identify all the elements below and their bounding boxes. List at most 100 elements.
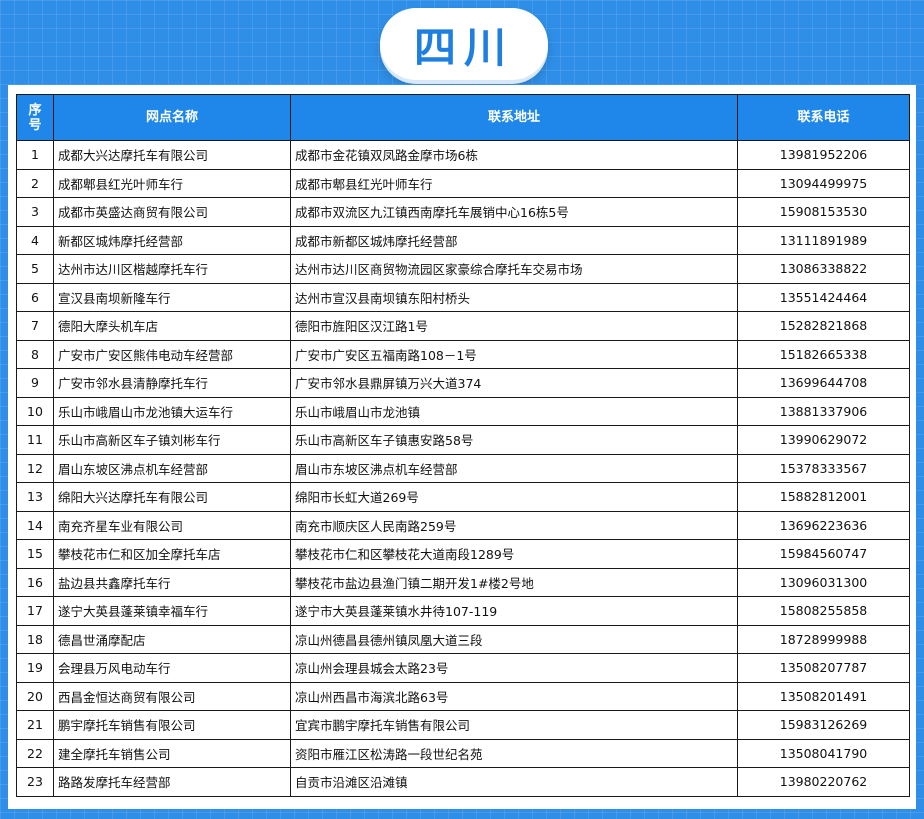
row-phone: 13981952206	[737, 140, 910, 170]
row-phone: 13990629072	[737, 425, 910, 455]
dealer-table-panel: 序号 网点名称 联系地址 联系电话 1 成都大兴达摩托车有限公司 成都市金花镇双凤路…	[8, 85, 916, 809]
table-row: 17 遂宁大英县蓬莱镇幸福车行 遂宁市大英县蓬莱镇水井待107-119 1580825…	[16, 596, 910, 626]
row-address: 自贡市沿滩区沿滩镇	[290, 767, 738, 797]
row-address: 南充市顺庆区人民南路259号	[290, 510, 738, 540]
row-phone: 13086338822	[737, 254, 910, 284]
row-phone: 13699644708	[737, 368, 910, 398]
table-row: 10 乐山市峨眉山市龙池镇大运车行 乐山市峨眉山市龙池镇 13881337906	[16, 396, 910, 426]
row-phone: 15882812001	[737, 482, 910, 512]
row-seq: 10	[16, 396, 54, 426]
table-header-row: 序号 网点名称 联系地址 联系电话	[16, 94, 910, 141]
row-dealer-name: 眉山东坡区沸点机车经营部	[53, 453, 291, 483]
row-phone: 13980220762	[737, 767, 910, 797]
table-row: 14 南充齐星车业有限公司 南充市顺庆区人民南路259号 13696223636	[16, 510, 910, 540]
row-dealer-name: 乐山市峨眉山市龙池镇大运车行	[53, 396, 291, 426]
row-phone: 13094499975	[737, 168, 910, 198]
row-dealer-name: 成都郫县红光叶师车行	[53, 168, 291, 198]
row-address: 成都市新都区城炜摩托经营部	[290, 225, 738, 255]
row-phone: 15983126269	[737, 710, 910, 740]
row-phone: 13508041790	[737, 738, 910, 768]
row-dealer-name: 南充齐星车业有限公司	[53, 510, 291, 540]
row-seq: 6	[16, 282, 54, 312]
row-dealer-name: 成都市英盛达商贸有限公司	[53, 197, 291, 227]
table-row: 7 德阳大摩头机车店 德阳市旌阳区汉江路1号 15282821868	[16, 311, 910, 341]
row-address: 眉山市东坡区沸点机车经营部	[290, 453, 738, 483]
row-seq: 20	[16, 681, 54, 711]
row-seq: 23	[16, 767, 54, 797]
row-dealer-name: 新都区城炜摩托经营部	[53, 225, 291, 255]
table-row: 1 成都大兴达摩托车有限公司 成都市金花镇双凤路金摩市场6栋 13981952206	[16, 140, 910, 170]
header-seq: 序号	[16, 94, 54, 141]
row-address: 乐山市高新区车子镇惠安路58号	[290, 425, 738, 455]
row-phone: 15908153530	[737, 197, 910, 227]
row-dealer-name: 达州市达川区楷越摩托车行	[53, 254, 291, 284]
row-dealer-name: 成都大兴达摩托车有限公司	[53, 140, 291, 170]
row-seq: 3	[16, 197, 54, 227]
row-seq: 16	[16, 567, 54, 597]
row-seq: 9	[16, 368, 54, 398]
row-dealer-name: 宣汉县南坝新隆车行	[53, 282, 291, 312]
row-address: 绵阳市长虹大道269号	[290, 482, 738, 512]
row-phone: 15984560747	[737, 539, 910, 569]
table-row: 22 建全摩托车销售公司 资阳市雁江区松涛路一段世纪名苑 13508041790	[16, 738, 910, 768]
dealer-table: 序号 网点名称 联系地址 联系电话 1 成都大兴达摩托车有限公司 成都市金花镇双凤路…	[16, 94, 910, 797]
row-phone: 15182665338	[737, 339, 910, 369]
row-address: 成都市金花镇双凤路金摩市场6栋	[290, 140, 738, 170]
row-seq: 18	[16, 624, 54, 654]
row-phone: 13508201491	[737, 681, 910, 711]
row-seq: 11	[16, 425, 54, 455]
row-address: 凉山州德昌县德州镇凤凰大道三段	[290, 624, 738, 654]
row-phone: 18728999988	[737, 624, 910, 654]
row-dealer-name: 绵阳大兴达摩托车有限公司	[53, 482, 291, 512]
row-dealer-name: 广安市广安区熊伟电动车经营部	[53, 339, 291, 369]
row-phone: 13508207787	[737, 653, 910, 683]
row-phone: 13551424464	[737, 282, 910, 312]
row-dealer-name: 遂宁大英县蓬莱镇幸福车行	[53, 596, 291, 626]
row-phone: 13881337906	[737, 396, 910, 426]
row-address: 凉山州会理县城会太路23号	[290, 653, 738, 683]
table-row: 2 成都郫县红光叶师车行 成都市郫县红光叶师车行 13094499975	[16, 168, 910, 198]
row-phone: 13696223636	[737, 510, 910, 540]
row-seq: 19	[16, 653, 54, 683]
row-dealer-name: 盐边县共鑫摩托车行	[53, 567, 291, 597]
row-dealer-name: 路路发摩托车经营部	[53, 767, 291, 797]
table-row: 8 广安市广安区熊伟电动车经营部 广安市广安区五福南路108－1号 151826653…	[16, 339, 910, 369]
row-dealer-name: 广安市邻水县清静摩托车行	[53, 368, 291, 398]
row-dealer-name: 德阳大摩头机车店	[53, 311, 291, 341]
row-phone: 13096031300	[737, 567, 910, 597]
table-row: 11 乐山市高新区车子镇刘彬车行 乐山市高新区车子镇惠安路58号 1399062907…	[16, 425, 910, 455]
row-address: 乐山市峨眉山市龙池镇	[290, 396, 738, 426]
table-row: 6 宣汉县南坝新隆车行 达州市宣汉县南坝镇东阳村桥头 13551424464	[16, 282, 910, 312]
row-seq: 7	[16, 311, 54, 341]
row-seq: 8	[16, 339, 54, 369]
row-seq: 1	[16, 140, 54, 170]
row-seq: 5	[16, 254, 54, 284]
row-dealer-name: 德昌世涌摩配店	[53, 624, 291, 654]
table-row: 18 德昌世涌摩配店 凉山州德昌县德州镇凤凰大道三段 18728999988	[16, 624, 910, 654]
row-phone: 13111891989	[737, 225, 910, 255]
header-phone: 联系电话	[737, 94, 910, 141]
table-row: 23 路路发摩托车经营部 自贡市沿滩区沿滩镇 13980220762	[16, 767, 910, 797]
row-seq: 14	[16, 510, 54, 540]
row-seq: 4	[16, 225, 54, 255]
row-address: 达州市达川区商贸物流园区家豪综合摩托车交易市场	[290, 254, 738, 284]
row-address: 成都市双流区九江镇西南摩托车展销中心16栋5号	[290, 197, 738, 227]
row-address: 攀枝花市仁和区攀枝花大道南段1289号	[290, 539, 738, 569]
row-phone: 15808255858	[737, 596, 910, 626]
table-row: 16 盐边县共鑫摩托车行 攀枝花市盐边县渔门镇二期开发1#楼2号地 130960313…	[16, 567, 910, 597]
row-seq: 13	[16, 482, 54, 512]
header-address: 联系地址	[290, 94, 738, 141]
row-dealer-name: 建全摩托车销售公司	[53, 738, 291, 768]
table-row: 13 绵阳大兴达摩托车有限公司 绵阳市长虹大道269号 15882812001	[16, 482, 910, 512]
row-address: 广安市邻水县鼎屏镇万兴大道374	[290, 368, 738, 398]
row-seq: 2	[16, 168, 54, 198]
table-row: 15 攀枝花市仁和区加全摩托车店 攀枝花市仁和区攀枝花大道南段1289号 159845…	[16, 539, 910, 569]
row-address: 达州市宣汉县南坝镇东阳村桥头	[290, 282, 738, 312]
table-row: 4 新都区城炜摩托经营部 成都市新都区城炜摩托经营部 13111891989	[16, 225, 910, 255]
row-address: 资阳市雁江区松涛路一段世纪名苑	[290, 738, 738, 768]
row-seq: 15	[16, 539, 54, 569]
row-dealer-name: 鹏宇摩托车销售有限公司	[53, 710, 291, 740]
row-seq: 17	[16, 596, 54, 626]
row-address: 成都市郫县红光叶师车行	[290, 168, 738, 198]
row-dealer-name: 西昌金恒达商贸有限公司	[53, 681, 291, 711]
